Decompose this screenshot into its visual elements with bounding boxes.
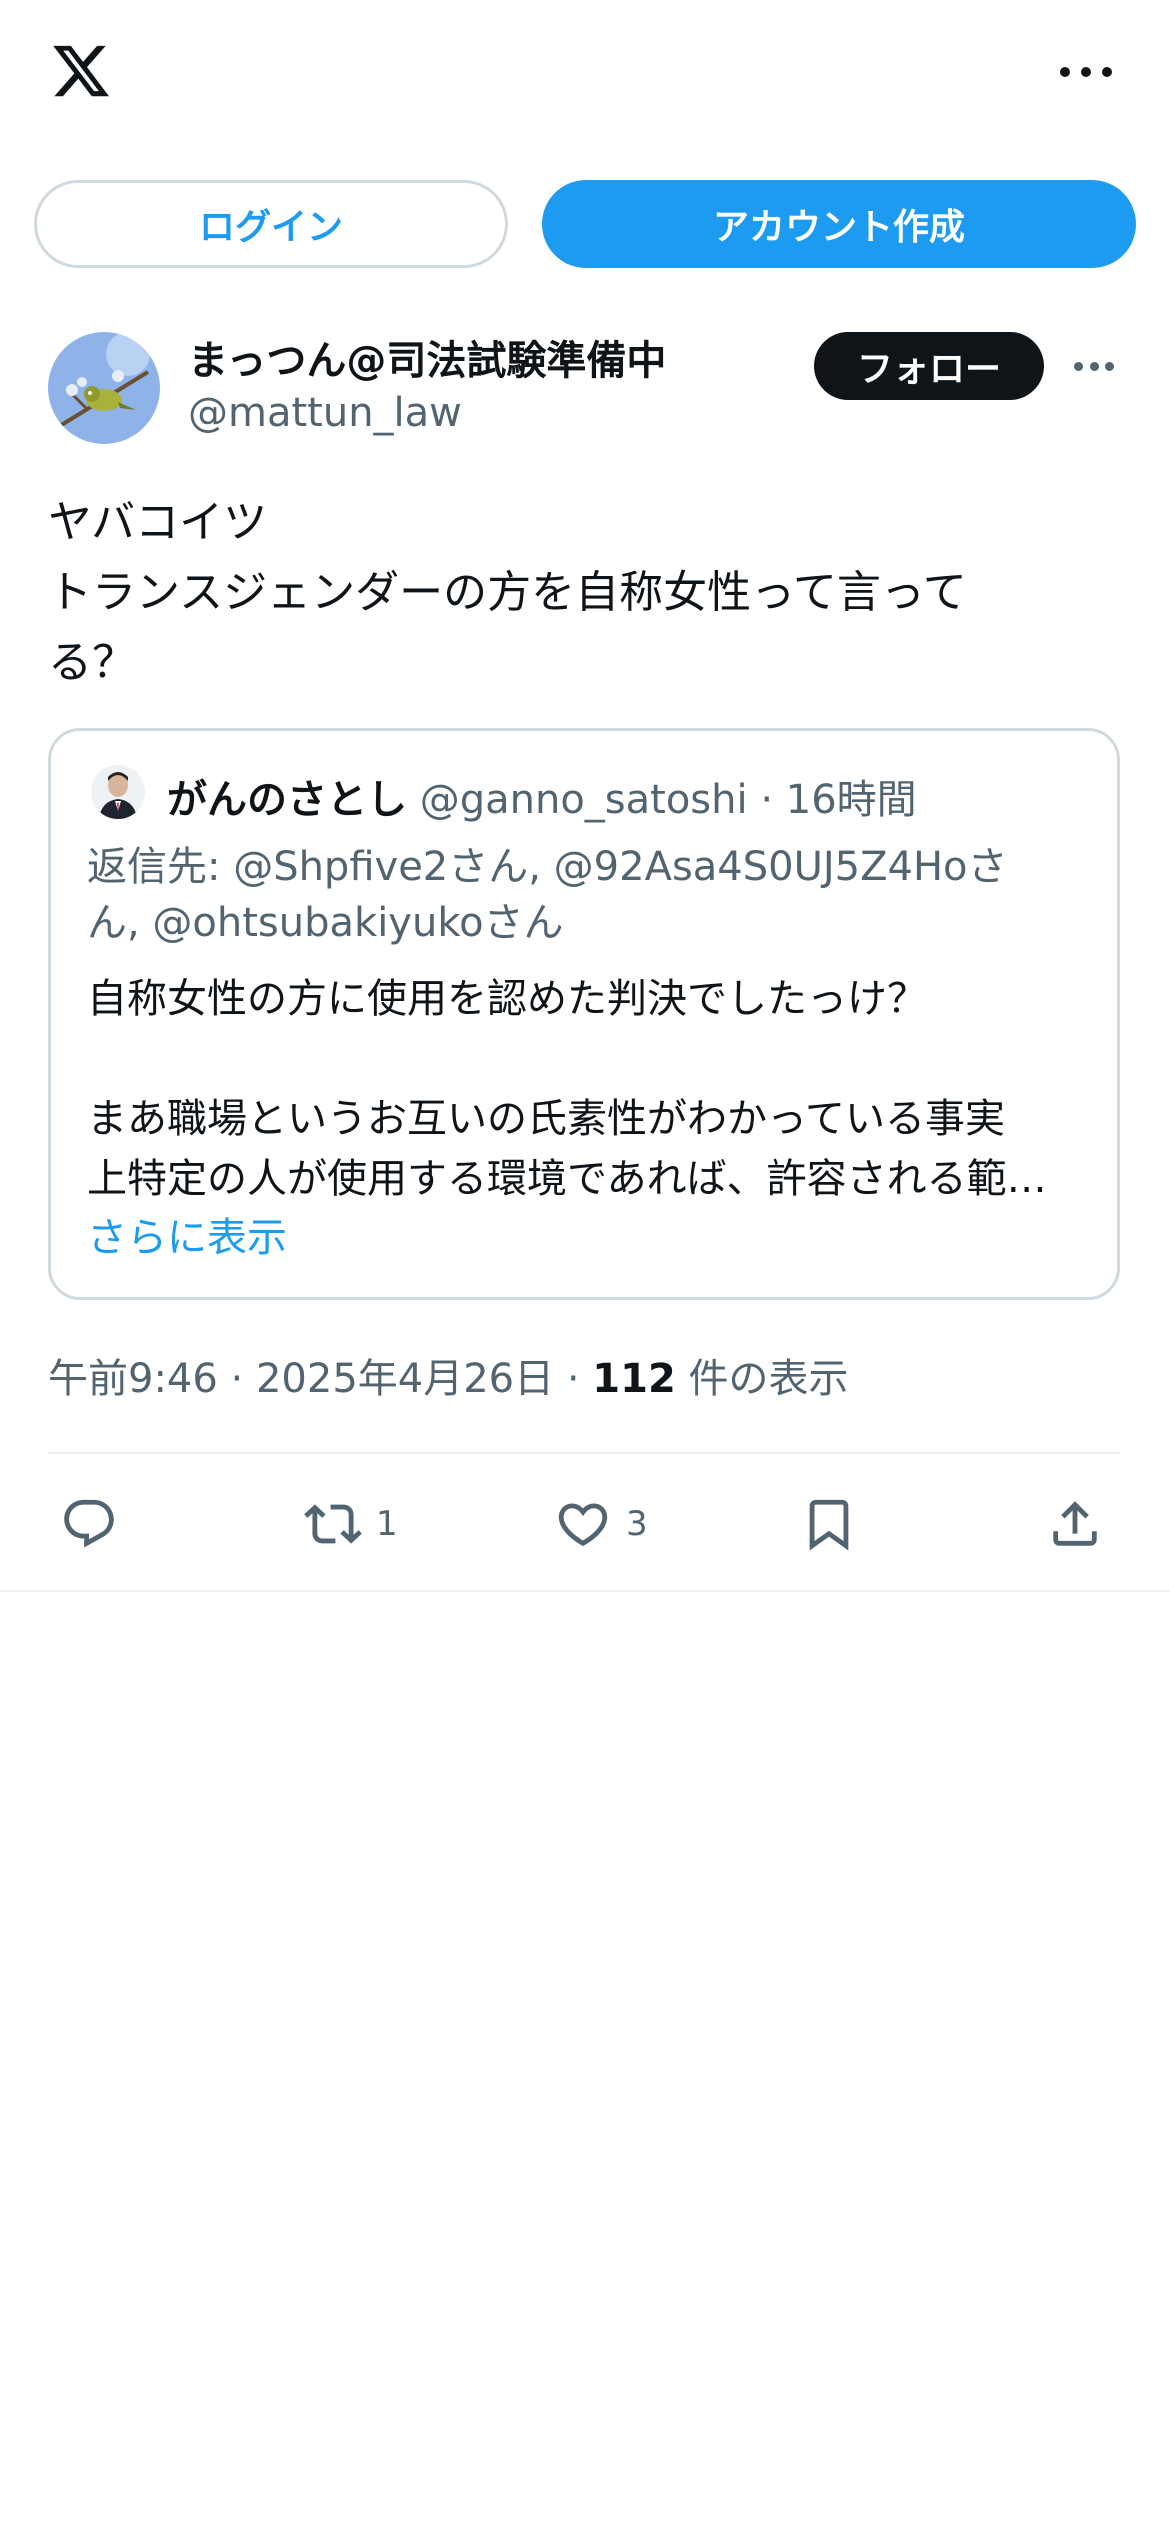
- repost-button[interactable]: 1: [304, 1484, 398, 1564]
- quoted-author-handle: @ganno_satoshi: [419, 777, 748, 823]
- separator: ·: [230, 1356, 244, 1402]
- author-handle[interactable]: @mattun_law: [188, 390, 462, 436]
- reply-button[interactable]: [60, 1484, 132, 1564]
- dot: [1074, 361, 1083, 371]
- heart-icon: [558, 1503, 608, 1547]
- quoted-post[interactable]: がんのさとし @ganno_satoshi · 16時間 返信先: @Shpfi…: [48, 728, 1120, 1300]
- follow-button[interactable]: フォロー: [814, 332, 1044, 400]
- repost-count: 1: [376, 1504, 398, 1544]
- separator: ·: [566, 1356, 580, 1402]
- post-date[interactable]: 2025年4月26日: [256, 1356, 554, 1402]
- separator: ·: [760, 777, 774, 823]
- quoted-text-line: 上特定の人が使用する環境であれば、許容される範…: [87, 1156, 1047, 1202]
- quoted-text-line: まあ職場というお互いの氏素性がわかっている事実: [87, 1096, 1005, 1142]
- reply-to-line: ん, @ohtsubakiyukoさん: [87, 900, 564, 946]
- reply-icon: [64, 1499, 114, 1548]
- post-text-line: ヤバコイツ: [48, 497, 268, 548]
- bookmark-button[interactable]: [800, 1484, 858, 1564]
- post-text-line: る？: [48, 637, 136, 688]
- bookmark-icon: [809, 1499, 849, 1551]
- quoted-text: 自称女性の方に使用を認めた判決でしたっけ？ まあ職場というお互いの氏素性がわかっ…: [87, 969, 1087, 1209]
- post-text: ヤバコイツ トランスジェンダーの方を自称女性って言って る？: [48, 488, 1128, 698]
- reply-to: 返信先: @Shpfive2さん, @92Asa4S0UJ5Z4Hoさ ん, @…: [87, 839, 1087, 951]
- quoted-author-name: がんのさとし: [167, 777, 407, 823]
- quoted-text-line: 自称女性の方に使用を認めた判決でしたっけ？: [87, 976, 927, 1022]
- quoted-text-line: [87, 1029, 1087, 1089]
- show-more-link[interactable]: さらに表示: [87, 1205, 287, 1263]
- share-icon: [1053, 1501, 1097, 1546]
- post-text-line: トランスジェンダーの方を自称女性って言って: [48, 567, 967, 618]
- reply-to-line: 返信先: @Shpfive2さん, @92Asa4S0UJ5Z4Hoさ: [87, 844, 1008, 890]
- bird-avatar-image: [48, 332, 160, 444]
- post-time[interactable]: 午前9:46: [48, 1356, 218, 1402]
- dot: [1060, 67, 1070, 77]
- page: ログイン アカウント作成 まっつん@司法試験準備中 @mattun_law フォ…: [0, 0, 1170, 2532]
- dot: [1081, 67, 1091, 77]
- post-meta: 午前9:46 · 2025年4月26日 · 112 件の表示: [48, 1346, 849, 1404]
- action-bar: 1 3: [0, 1484, 1170, 1564]
- like-count: 3: [626, 1504, 648, 1544]
- x-logo[interactable]: [48, 40, 114, 102]
- login-button[interactable]: ログイン: [34, 180, 508, 268]
- person-avatar-image: [91, 765, 145, 819]
- divider: [48, 1452, 1120, 1454]
- like-button[interactable]: 3: [554, 1484, 648, 1564]
- create-account-button[interactable]: アカウント作成: [542, 180, 1136, 268]
- dot: [1102, 67, 1112, 77]
- dot: [1089, 361, 1099, 371]
- author-avatar[interactable]: [48, 332, 160, 444]
- view-label: 件の表示: [688, 1356, 849, 1402]
- top-bar: [0, 0, 1170, 150]
- divider: [0, 1590, 1170, 1592]
- quoted-time: 16時間: [785, 777, 917, 823]
- repost-icon: [304, 1504, 362, 1544]
- quoted-author-avatar: [91, 765, 145, 819]
- share-button[interactable]: [1046, 1484, 1104, 1564]
- quoted-header: がんのさとし @ganno_satoshi · 16時間: [167, 767, 917, 825]
- author-name[interactable]: まっつん@司法試験準備中: [188, 328, 666, 386]
- post-more-icon[interactable]: [1074, 360, 1114, 372]
- more-icon[interactable]: [1060, 54, 1112, 90]
- dot: [1105, 361, 1114, 371]
- view-count: 112: [592, 1356, 676, 1402]
